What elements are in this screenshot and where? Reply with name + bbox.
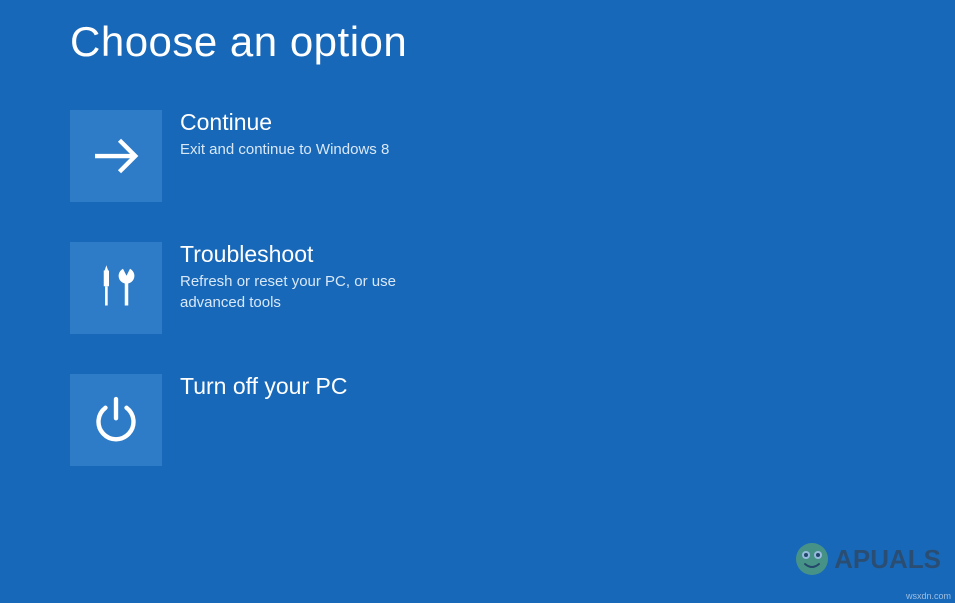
watermark-post: PUALS <box>853 544 941 575</box>
continue-text: Continue Exit and continue to Windows 8 <box>180 110 389 161</box>
troubleshoot-text: Troubleshoot Refresh or reset your PC, o… <box>180 242 410 313</box>
troubleshoot-title: Troubleshoot <box>180 242 410 267</box>
continue-tile[interactable]: Continue Exit and continue to Windows 8 <box>70 110 490 202</box>
watermark-logo-icon <box>792 539 832 579</box>
power-icon <box>70 374 162 466</box>
watermark: APUALS <box>792 539 941 579</box>
page-title: Choose an option <box>70 18 885 66</box>
poweroff-tile[interactable]: Turn off your PC <box>70 374 490 466</box>
tools-icon <box>70 242 162 334</box>
watermark-text: APUALS <box>834 544 941 575</box>
troubleshoot-desc: Refresh or reset your PC, or use advance… <box>180 272 410 313</box>
watermark-pre: A <box>834 544 853 575</box>
attribution-text: wsxdn.com <box>906 591 951 601</box>
poweroff-text: Turn off your PC <box>180 374 347 404</box>
arrow-right-icon <box>70 110 162 202</box>
troubleshoot-tile[interactable]: Troubleshoot Refresh or reset your PC, o… <box>70 242 490 334</box>
continue-title: Continue <box>180 110 389 135</box>
recovery-options-screen: Choose an option Continue Exit and conti… <box>0 0 955 484</box>
options-list: Continue Exit and continue to Windows 8 … <box>70 110 885 466</box>
poweroff-title: Turn off your PC <box>180 374 347 399</box>
continue-desc: Exit and continue to Windows 8 <box>180 140 389 160</box>
